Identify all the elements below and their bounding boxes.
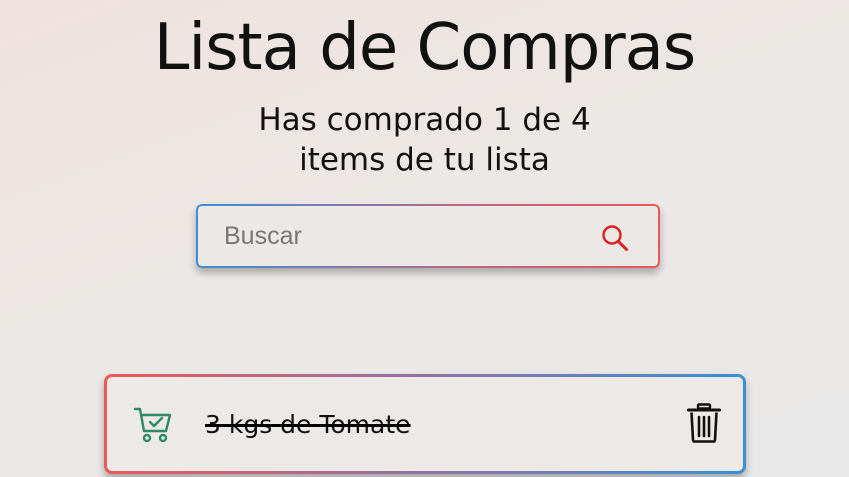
cart-check-icon[interactable] <box>133 404 173 444</box>
search-box <box>196 204 660 268</box>
todo-item-text: 3 kgs de Tomate <box>205 410 411 439</box>
page-title: Lista de Compras <box>153 11 696 85</box>
todo-item: 3 kgs de Tomate <box>104 374 746 474</box>
search-icon[interactable] <box>600 223 630 253</box>
todo-item-inner: 3 kgs de Tomate <box>107 377 743 471</box>
todo-counter-line-1: Has comprado 1 de 4 <box>258 102 591 138</box>
todo-counter: Has comprado 1 de 4 items de tu lista <box>0 100 849 180</box>
trash-icon[interactable] <box>687 403 721 443</box>
search-box-inner <box>198 206 658 266</box>
search-input[interactable] <box>224 206 584 266</box>
todo-counter-line-2: items de tu lista <box>299 142 550 178</box>
